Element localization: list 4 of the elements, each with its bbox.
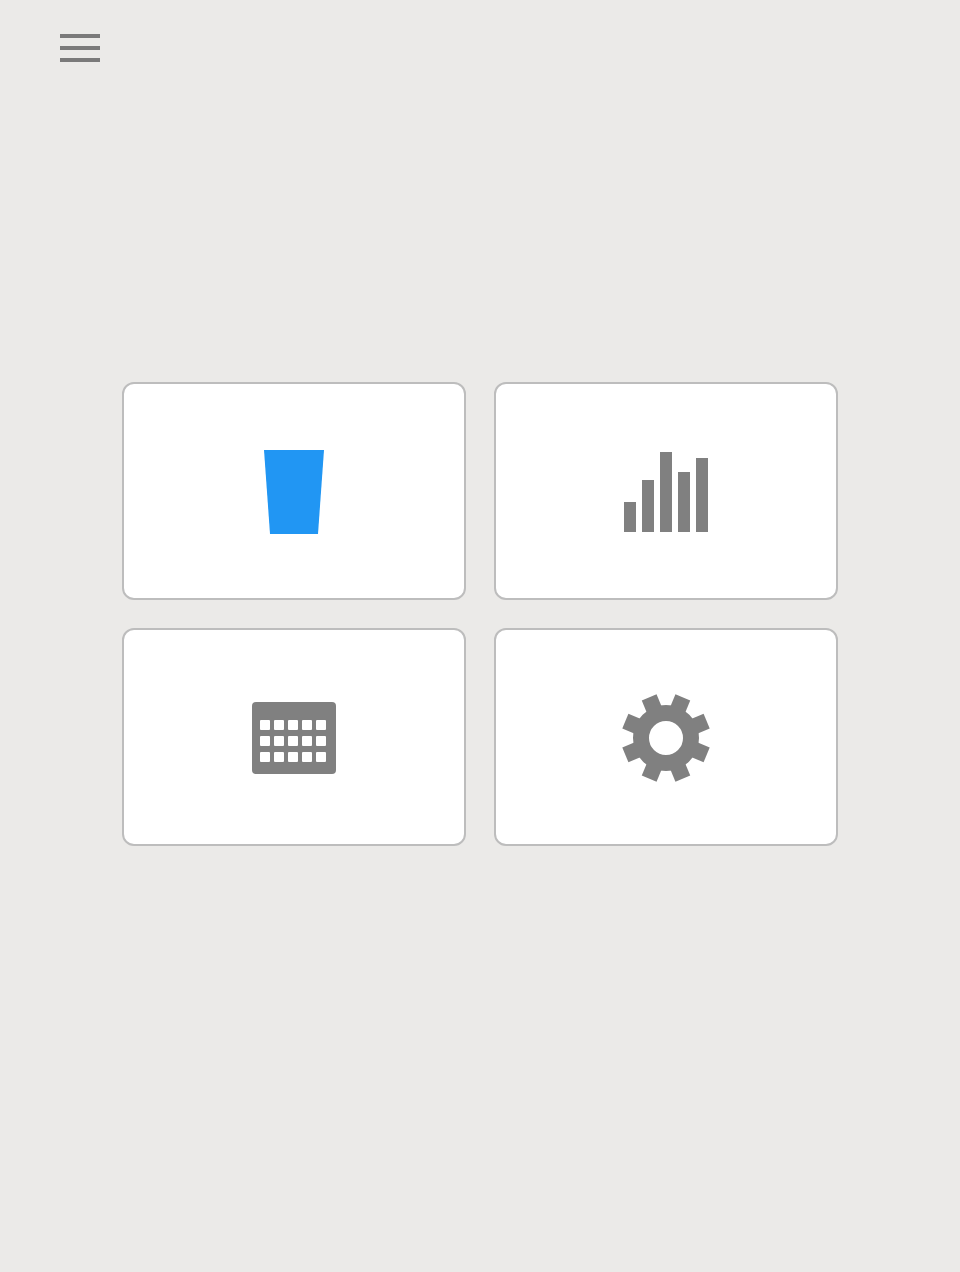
tile-button[interactable]	[122, 628, 466, 846]
tile-button[interactable]	[494, 628, 838, 846]
tile-button[interactable]	[122, 382, 466, 600]
tile-button[interactable]	[494, 382, 838, 600]
